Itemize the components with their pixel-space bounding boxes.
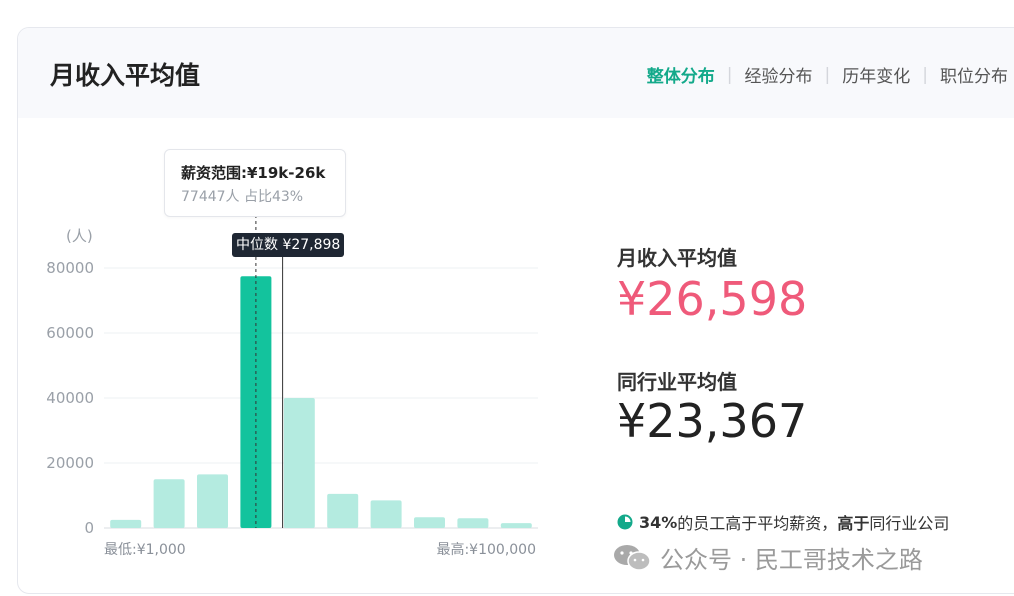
salary-histogram: 0 20000 40000 60000 80000 (人) 最低:¥1,000 最高:¥… [46, 215, 538, 558]
comparison-note: 34% 的员工高于平均薪资， 高于 同行业公司 [617, 510, 949, 534]
bar[interactable] [414, 517, 445, 528]
y-tick-label: 0 [84, 519, 94, 537]
bar[interactable] [370, 500, 402, 528]
y-tick-label: 40000 [46, 389, 94, 407]
bar[interactable] [110, 519, 142, 528]
y-tick-label: 20000 [46, 454, 94, 472]
avg-income-label: 月收入平均值 [617, 246, 737, 270]
y-tick-label: 60000 [46, 324, 94, 342]
note-percent: 34% [639, 512, 678, 532]
bar[interactable] [457, 518, 489, 528]
note-text: 的员工高于平均薪资， [677, 514, 838, 533]
bar[interactable] [197, 474, 228, 528]
wechat-icon [614, 544, 651, 571]
note-tail: 同行业公司 [869, 514, 950, 533]
bar[interactable] [153, 479, 185, 528]
x-axis-max-label: 最高:¥100,000 [436, 541, 536, 558]
pie-chart-icon [617, 514, 633, 530]
y-tick-label: 80000 [46, 259, 94, 277]
median-label: 中位数 ¥27,898 [232, 233, 345, 257]
industry-avg-label: 同行业平均值 [617, 370, 737, 394]
watermark: 公众号 · 民工哥技术之路 [612, 540, 923, 575]
bar-tooltip: 薪资范围:¥19k-26k 77447人 占比43% [164, 149, 346, 217]
bar[interactable] [327, 493, 359, 528]
y-axis-ticks: 0 20000 40000 60000 80000 [46, 259, 94, 537]
industry-avg-value: ¥23,367 [617, 394, 808, 448]
bar[interactable] [283, 398, 315, 528]
bar[interactable] [500, 523, 532, 528]
note-bold: 高于 [837, 514, 870, 533]
chart-bars [110, 276, 532, 528]
x-axis-min-label: 最低:¥1,000 [104, 542, 186, 558]
y-axis-unit: (人) [66, 227, 93, 245]
tooltip-title: 薪资范围:¥19k-26k [181, 164, 326, 182]
avg-income-value: ¥26,598 [617, 272, 808, 326]
watermark-text: 公众号 · 民工哥技术之路 [660, 546, 923, 574]
tooltip-subtitle: 77447人 占比43% [181, 189, 304, 205]
